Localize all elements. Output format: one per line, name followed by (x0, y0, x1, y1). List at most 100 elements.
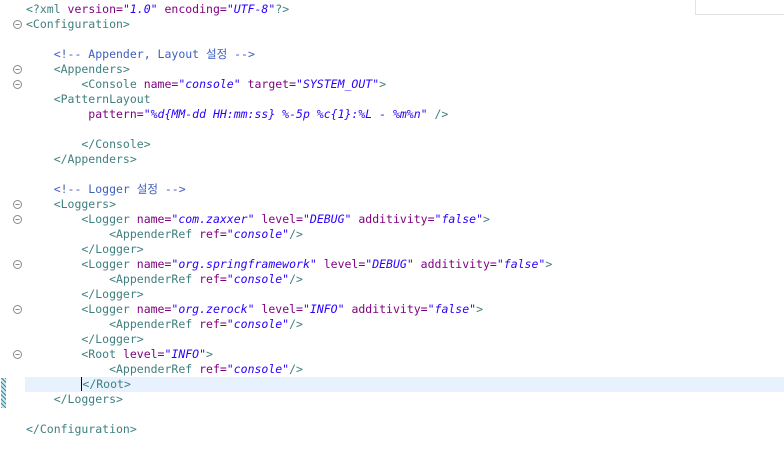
xml-tag: /> (289, 317, 303, 331)
overview-ruler[interactable] (0, 0, 11, 463)
code-line[interactable]: </Logger> (26, 242, 784, 257)
code-line[interactable]: <Loggers> (26, 197, 784, 212)
code-line[interactable]: <AppenderRef ref="console"/> (26, 317, 784, 332)
code-line[interactable]: pattern="%d{MM-dd HH:mm:ss} %-5p %c{1}:%… (26, 107, 784, 122)
code-line[interactable] (26, 32, 784, 47)
xml-value: "false" (427, 302, 477, 316)
code-line[interactable]: </Logger> (26, 332, 784, 347)
code-line[interactable]: <Logger name="com.zaxxer" level="DEBUG" … (26, 212, 784, 227)
xml-value: "console" (226, 362, 290, 376)
xml-tag: /> (427, 107, 449, 121)
xml-value: "console" (226, 272, 290, 286)
code-line[interactable] (26, 407, 784, 422)
xml-tag: > (476, 302, 484, 316)
xml-attribute: level= (316, 257, 366, 271)
xml-tag: /> (289, 272, 303, 286)
xml-tag: <PatternLayout (26, 92, 151, 106)
code-line[interactable] (26, 122, 784, 137)
code-line[interactable]: <PatternLayout (26, 92, 784, 107)
code-line[interactable]: </Console> (26, 137, 784, 152)
code-line[interactable]: </Appenders> (26, 152, 784, 167)
xml-value: "false" (496, 257, 546, 271)
xml-attribute: name= (143, 77, 179, 91)
xml-tag: </Logger> (26, 242, 144, 256)
xml-attribute: ref= (199, 362, 227, 376)
code-line[interactable]: <Logger name="org.springframework" level… (26, 257, 784, 272)
xml-tag: /Root> (89, 377, 131, 391)
fold-collapse-icon[interactable]: − (13, 80, 22, 89)
fold-collapse-icon[interactable]: − (13, 350, 22, 359)
change-marker (1, 378, 6, 408)
xml-attribute: ref= (199, 227, 227, 241)
xml-attribute: target= (240, 77, 297, 91)
xml-attribute: additivity= (351, 212, 435, 226)
xml-tag: <Configuration> (26, 17, 130, 31)
code-line[interactable]: </Loggers> (26, 392, 784, 407)
code-line[interactable]: <Console name="console" target="SYSTEM_O… (26, 77, 784, 92)
code-line[interactable]: <Root level="INFO"> (26, 347, 784, 362)
code-line[interactable]: </Logger> (26, 287, 784, 302)
xml-value: "console" (226, 317, 290, 331)
xml-editor[interactable]: − − − − − − − − <?xml version="1.0" encoding="U… (0, 0, 784, 463)
xml-tag: > (206, 347, 213, 361)
xml-attribute: level= (254, 212, 303, 226)
xml-attribute: additivity= (413, 257, 497, 271)
xml-tag: <Logger (26, 302, 137, 316)
xml-value: "UTF-8" (226, 2, 276, 16)
editor-corner (695, 0, 784, 15)
xml-tag: <AppenderRef (26, 272, 200, 286)
code-line[interactable] (26, 167, 784, 182)
code-line[interactable]: <AppenderRef ref="console"/> (26, 362, 784, 377)
xml-tag: > (379, 77, 387, 91)
code-line[interactable]: <AppenderRef ref="console"/> (26, 272, 784, 287)
fold-collapse-icon[interactable]: − (13, 260, 22, 269)
fold-collapse-icon[interactable]: − (13, 20, 22, 29)
fold-collapse-icon[interactable]: − (13, 215, 22, 224)
xml-tag (26, 377, 81, 391)
xml-attribute: additivity= (344, 302, 428, 316)
xml-value: "org.zerock" (171, 302, 255, 316)
xml-tag: <AppenderRef (26, 317, 200, 331)
code-line[interactable]: <AppenderRef ref="console"/> (26, 227, 784, 242)
fold-collapse-icon[interactable]: − (13, 200, 22, 209)
xml-tag: <?xml (26, 2, 68, 16)
xml-comment: <!-- Appender, Layout 설정 --> (26, 47, 255, 61)
code-line[interactable]: </Root> (26, 377, 784, 392)
code-line[interactable]: <Appenders> (26, 62, 784, 77)
folding-gutter[interactable]: − − − − − − − − (11, 0, 25, 463)
xml-tag: <Console (26, 77, 144, 91)
xml-tag: <Logger (26, 212, 137, 226)
xml-tag: <AppenderRef (26, 362, 200, 376)
xml-tag: /> (289, 362, 303, 376)
fold-collapse-icon[interactable]: − (13, 65, 22, 74)
xml-tag: <Appenders> (26, 62, 130, 76)
code-line[interactable]: <!-- Logger 설정 --> (26, 182, 784, 197)
xml-tag: </Logger> (26, 287, 144, 301)
xml-value: "INFO" (164, 347, 207, 361)
xml-value: "1.0" (122, 2, 158, 16)
xml-value: "SYSTEM_OUT" (296, 77, 380, 91)
xml-value: "console" (226, 227, 290, 241)
xml-tag: </Appenders> (26, 152, 137, 166)
xml-tag: </Loggers> (26, 392, 123, 406)
xml-attribute: ref= (199, 272, 227, 286)
xml-value: "org.springframework" (171, 257, 317, 271)
xml-tag: /> (289, 227, 303, 241)
xml-tag: </Logger> (26, 332, 144, 346)
xml-tag: ?> (275, 2, 290, 16)
fold-collapse-icon[interactable]: − (13, 305, 22, 314)
xml-attribute: ref= (199, 317, 227, 331)
xml-tag: </Console> (26, 137, 151, 151)
xml-attribute: level= (122, 347, 165, 361)
xml-value: "false" (434, 212, 483, 226)
xml-attribute: name= (136, 257, 172, 271)
xml-tag: > (545, 257, 553, 271)
code-line[interactable]: <Logger name="org.zerock" level="INFO" a… (26, 302, 784, 317)
code-line[interactable]: <!-- Appender, Layout 설정 --> (26, 47, 784, 62)
xml-tag: > (483, 212, 490, 226)
xml-tag: <Loggers> (26, 197, 117, 211)
code-line[interactable]: <Configuration> (26, 17, 784, 32)
xml-value: "%d{MM-dd HH:mm:ss} %-5p %c{1}:%L - %m%n… (143, 107, 428, 121)
code-line[interactable]: </Configuration> (26, 422, 784, 437)
code-line[interactable]: <?xml version="1.0" encoding="UTF-8"?> (26, 2, 784, 17)
